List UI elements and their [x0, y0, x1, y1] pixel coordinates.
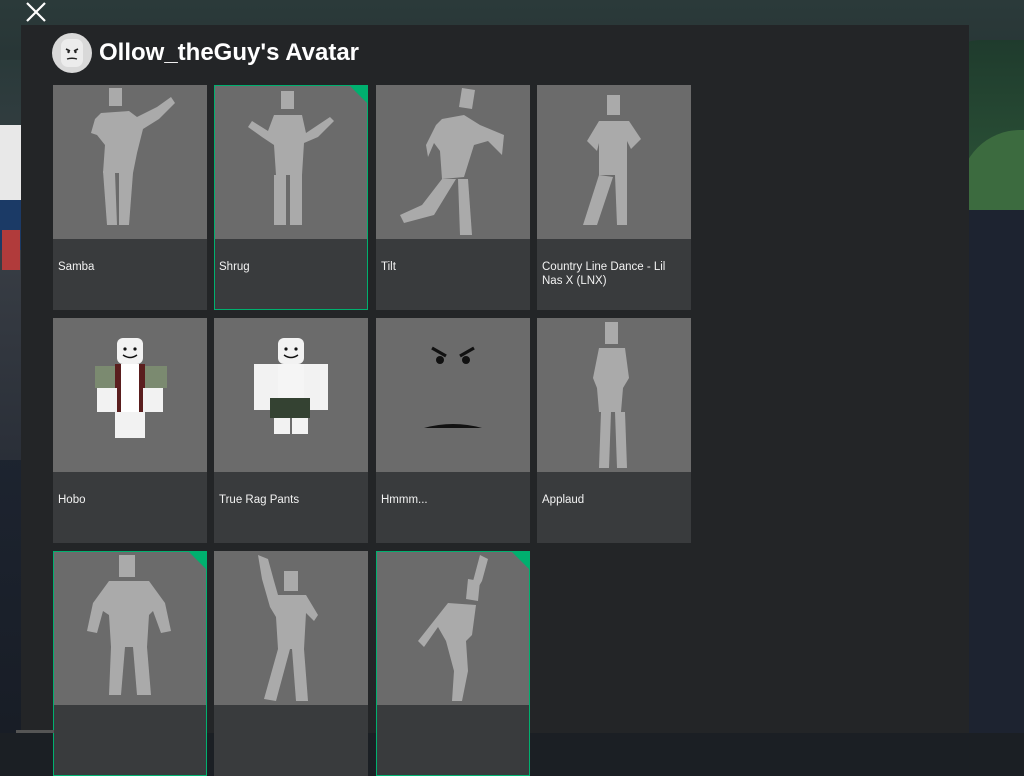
emote-wave-icon	[214, 551, 368, 705]
item-card-cheer[interactable]	[376, 551, 530, 776]
avatar-headshot	[52, 33, 92, 73]
emote-applaud-icon	[537, 318, 691, 472]
item-card-samba[interactable]: Samba	[53, 85, 207, 310]
item-card-tilt[interactable]: Tilt	[376, 85, 530, 310]
emote-tilt-icon	[376, 85, 530, 239]
emote-country-line-dance-icon	[537, 85, 691, 239]
item-label: Shrug	[219, 261, 250, 273]
equipped-indicator	[350, 86, 367, 103]
item-card-applaud[interactable]: Applaud	[537, 318, 691, 543]
face-hmmm-icon	[376, 318, 530, 472]
item-card-country-line-dance[interactable]: Country Line Dance - Lil Nas X (LNX)	[537, 85, 691, 310]
avatar-inspect-panel: Ollow_theGuy's Avatar Samba Shrug Tilt C…	[21, 25, 969, 776]
pants-true-rag-icon	[214, 318, 368, 472]
panel-header: Ollow_theGuy's Avatar	[52, 33, 359, 73]
avatar-face-icon	[61, 39, 83, 67]
page-title: Ollow_theGuy's Avatar	[99, 39, 360, 66]
item-label: Hmmm...	[381, 494, 428, 506]
equipped-indicator	[189, 552, 206, 569]
item-card-hobo[interactable]: Hobo	[53, 318, 207, 543]
shirt-hobo-icon	[53, 318, 207, 472]
equipped-indicator	[512, 552, 529, 569]
emote-shrug-icon	[215, 86, 367, 239]
close-button[interactable]	[22, 0, 50, 24]
emote-cheer-icon	[377, 552, 529, 705]
item-label: Hobo	[58, 494, 86, 506]
item-label: Samba	[58, 261, 95, 273]
item-label: Country Line Dance - Lil Nas X (LNX)	[542, 261, 666, 287]
item-label: Tilt	[381, 261, 396, 273]
item-label: Applaud	[542, 494, 585, 506]
item-label: True Rag Pants	[219, 494, 300, 506]
item-card-true-rag-pants[interactable]: True Rag Pants	[214, 318, 368, 543]
close-icon	[26, 2, 46, 22]
item-card-shrug[interactable]: Shrug	[214, 85, 368, 310]
emote-samba-icon	[53, 85, 207, 239]
item-card-pose[interactable]	[53, 551, 207, 776]
emote-pose-icon	[54, 552, 206, 705]
item-card-wave[interactable]	[214, 551, 368, 776]
item-card-hmmm[interactable]: Hmmm...	[376, 318, 530, 543]
